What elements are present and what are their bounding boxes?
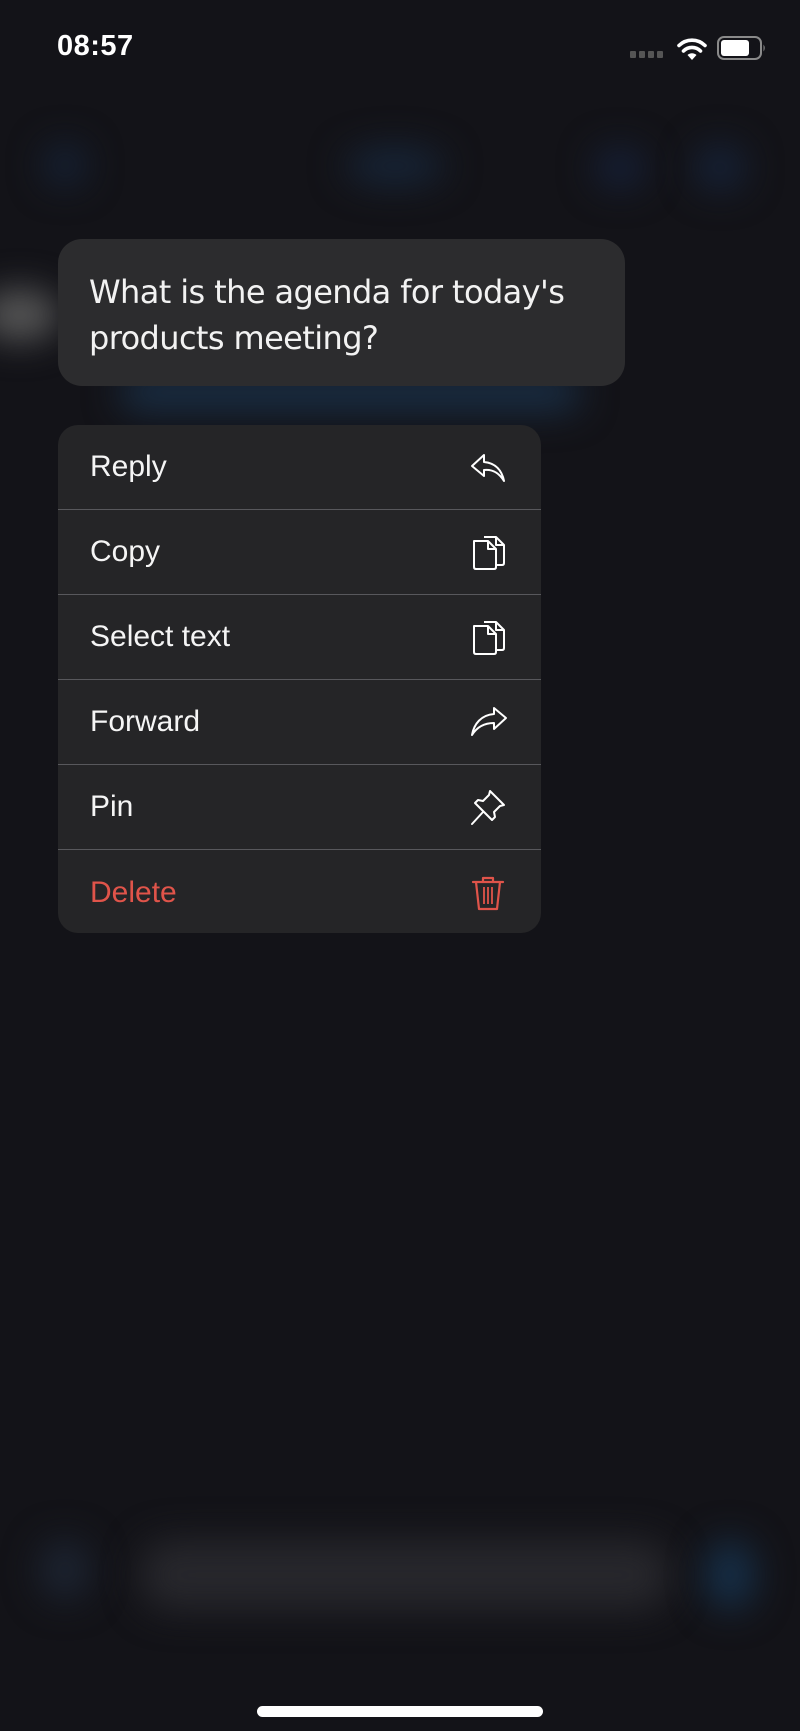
menu-item-label: Reply [90, 450, 167, 483]
menu-item-select-text[interactable]: Select text [58, 595, 541, 680]
menu-item-label: Copy [90, 535, 161, 568]
blurred-header-icon [695, 145, 745, 190]
copy-icon [467, 531, 509, 573]
reply-icon [467, 446, 509, 488]
cellular-signal-icon [630, 51, 663, 58]
wifi-icon [677, 38, 707, 60]
message-bubble: What is the agenda for today's products … [58, 239, 625, 386]
status-time: 08:57 [57, 30, 134, 62]
menu-item-pin[interactable]: Pin [58, 765, 541, 850]
battery-icon [717, 36, 765, 60]
message-text: What is the agenda for today's products … [89, 273, 565, 357]
blurred-back-button [45, 145, 85, 185]
blurred-send-button [705, 1540, 755, 1610]
blurred-input-field [140, 1540, 670, 1610]
blurred-chat-title [345, 148, 445, 184]
context-menu: Reply Copy Select text Forward Pin Delet… [58, 425, 541, 933]
blurred-header-icon [595, 148, 645, 188]
status-bar: 08:57 [0, 0, 800, 100]
blurred-avatar [0, 290, 60, 340]
select-text-icon [467, 616, 509, 658]
blurred-attach-button [40, 1540, 90, 1600]
menu-item-label: Pin [90, 790, 134, 823]
pin-icon [467, 786, 509, 828]
menu-item-reply[interactable]: Reply [58, 425, 541, 510]
menu-item-label: Forward [90, 705, 201, 738]
menu-item-forward[interactable]: Forward [58, 680, 541, 765]
menu-item-delete[interactable]: Delete [58, 850, 541, 933]
trash-icon [467, 872, 509, 914]
menu-item-copy[interactable]: Copy [58, 510, 541, 595]
menu-item-label: Select text [90, 620, 231, 653]
home-indicator[interactable] [257, 1706, 543, 1717]
forward-icon [467, 701, 509, 743]
menu-item-label: Delete [90, 875, 177, 909]
